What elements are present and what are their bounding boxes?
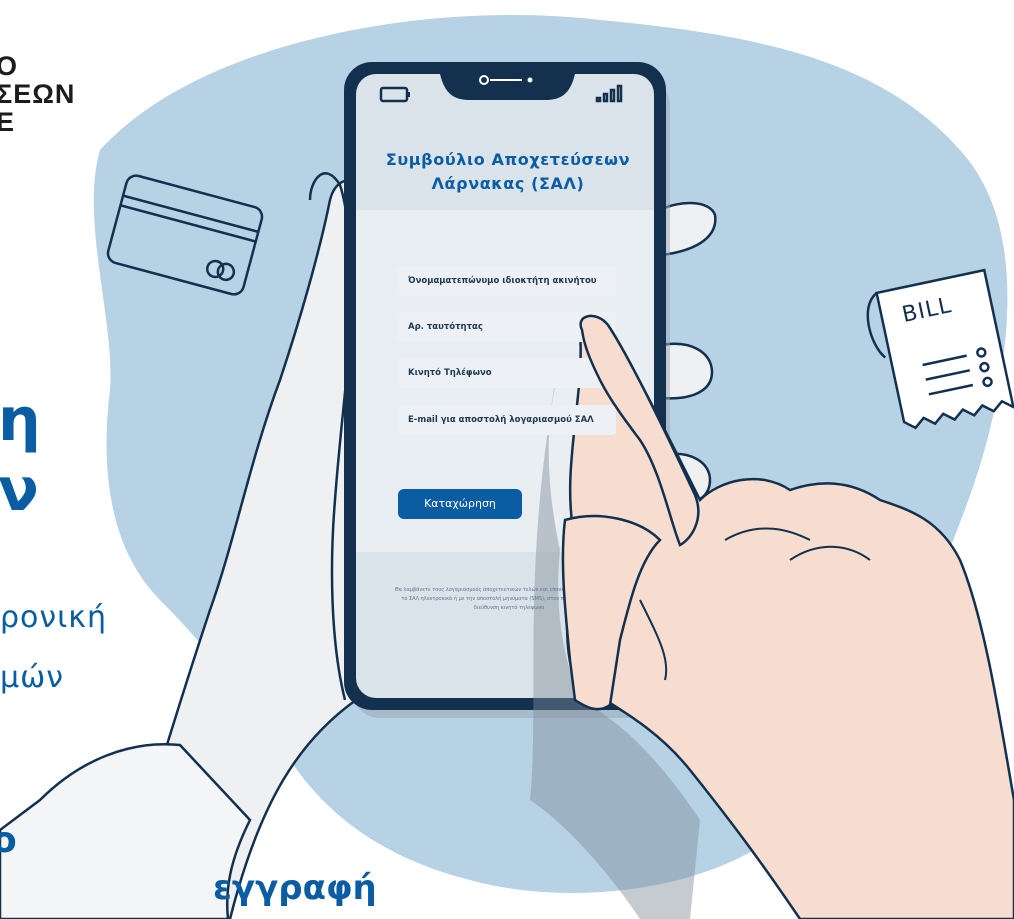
left-small-text: ο (0, 820, 17, 861)
phone-screen: Συμβούλιο Αποχετεύσεων Λάρνακας (ΣΑΛ) Όν… (358, 72, 658, 700)
id-number-field[interactable]: Αρ. ταυτότητας (398, 312, 616, 342)
corner-title-line: ΣΕΩΝ (0, 79, 76, 109)
corner-title-line: Ο (0, 51, 19, 81)
mobile-phone-field[interactable]: Κινητό Τηλέφωνο (398, 358, 616, 388)
app-title-line-1: Συμβούλιο Αποχετεύσεων (385, 150, 631, 169)
owner-name-field[interactable]: Όνομαματεπώνυμο ιδιοκτήτη ακινήτου (398, 266, 616, 296)
corner-title-line: Ε (0, 107, 16, 137)
footnote: Θα λαμβάνετε τους λογαριασμούς αποχετευτ… (394, 587, 624, 611)
app-title-line-2: Λάρνακας (ΣΑΛ) (431, 174, 585, 193)
corner-title: Ο ΣΕΩΝ Ε (0, 52, 75, 136)
app-title: Συμβούλιο Αποχετεύσεων Λάρνακας (ΣΑΛ) (358, 148, 658, 196)
left-subtext-line-2: μών (0, 660, 64, 695)
bottom-word: εγγραφή (213, 868, 377, 908)
left-subtext-line-1: ρονική (0, 600, 108, 635)
left-heading-line-1: η (0, 385, 41, 455)
submit-button[interactable]: Καταχώρηση (398, 489, 522, 519)
left-heading-line-2: ν (0, 455, 39, 525)
email-field[interactable]: E-mail για αποστολή λογαριασμού ΣΑΛ (398, 405, 616, 435)
